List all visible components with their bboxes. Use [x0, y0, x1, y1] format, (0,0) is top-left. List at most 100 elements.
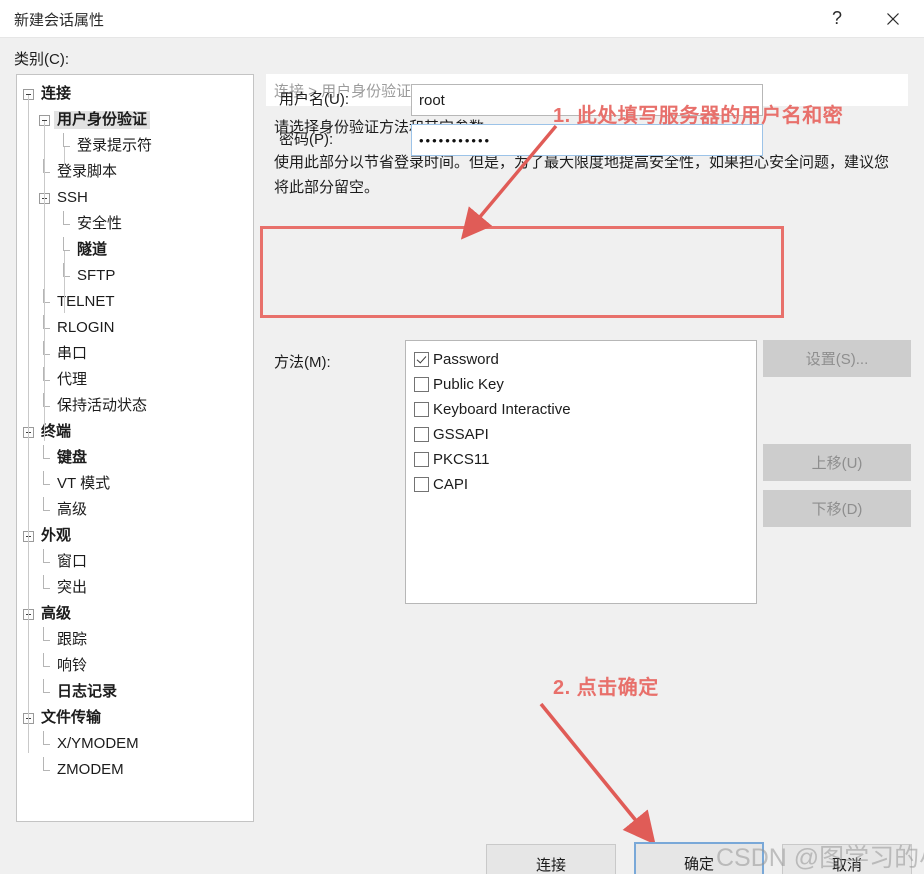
- tree-item[interactable]: 突出: [17, 574, 253, 601]
- tree-item[interactable]: 日志记录: [17, 678, 253, 705]
- tree-connector-icon: [59, 210, 70, 230]
- tree-item-label: VT 模式: [57, 475, 111, 492]
- username-label: 用户名(U):: [279, 91, 349, 108]
- tree-item[interactable]: 文件传输: [17, 705, 253, 731]
- cancel-button[interactable]: 取消: [782, 844, 912, 874]
- move-up-button[interactable]: 上移(U): [763, 444, 911, 481]
- tree-item-label: ZMODEM: [57, 761, 124, 778]
- tree-item[interactable]: 跟踪: [17, 626, 253, 653]
- title-bar: 新建会话属性 ?: [0, 0, 924, 38]
- checkbox-unchecked-icon[interactable]: [414, 452, 429, 467]
- close-icon[interactable]: [870, 0, 916, 37]
- tree-item[interactable]: 串口: [17, 340, 253, 367]
- category-tree-panel[interactable]: 连接用户身份验证登录提示符登录脚本 SSH 安全性隧道 SFTP TELNET RLOGI…: [16, 74, 254, 822]
- tree-rail: [28, 95, 29, 753]
- method-item-label: Password: [433, 351, 499, 368]
- tree-item[interactable]: SSH: [17, 185, 253, 211]
- method-item-label: PKCS11: [433, 451, 490, 468]
- tree-item[interactable]: ZMODEM: [17, 756, 253, 783]
- password-label: 密码(P):: [279, 131, 334, 148]
- help-icon[interactable]: ?: [814, 0, 860, 37]
- tree-item[interactable]: 键盘: [17, 444, 253, 471]
- tree-item-label: 安全性: [77, 215, 123, 232]
- tree-item[interactable]: 高级: [17, 601, 253, 627]
- method-label: 方法(M):: [274, 354, 331, 371]
- method-list-item[interactable]: GSSAPI: [414, 422, 756, 447]
- connect-button[interactable]: 连接: [486, 844, 616, 874]
- settings-button[interactable]: 设置(S)...: [763, 340, 911, 377]
- tree-item[interactable]: X/YMODEM: [17, 730, 253, 757]
- content-pane: 连接 > 用户身份验证 请选择身份验证方法和其它参数。 使用此部分以节省登录时间…: [260, 74, 911, 634]
- ok-button[interactable]: 确定: [634, 842, 764, 874]
- method-list-item[interactable]: Password: [414, 347, 756, 372]
- tree-item[interactable]: 外观: [17, 523, 253, 549]
- tree-item-label: 高级: [57, 501, 88, 518]
- tree-connector-icon: [39, 444, 50, 464]
- tree-rail: [44, 121, 45, 441]
- tree-item[interactable]: SFTP: [17, 262, 253, 289]
- tree-item-label: 代理: [57, 371, 88, 388]
- checkbox-unchecked-icon[interactable]: [414, 427, 429, 442]
- checkbox-checked-icon[interactable]: [414, 352, 429, 367]
- move-down-button[interactable]: 下移(D): [763, 490, 911, 527]
- tree-item-label: 登录提示符: [77, 137, 153, 154]
- tree-item[interactable]: TELNET: [17, 288, 253, 315]
- tree-item-label: 窗口: [57, 553, 88, 570]
- tree-item-label: 隧道: [77, 241, 108, 258]
- tree-item-label: 突出: [57, 579, 88, 596]
- tree-connector-icon: [39, 626, 50, 646]
- tree-item[interactable]: 连接: [17, 81, 253, 107]
- tree-item-label: 外观: [41, 527, 72, 544]
- arrow-to-ok-button: [539, 702, 656, 845]
- credentials-highlight-box: [260, 226, 784, 318]
- tree-item[interactable]: 用户身份验证: [17, 107, 253, 133]
- tree-item[interactable]: 安全性: [17, 210, 253, 237]
- tree-item-label: 键盘: [57, 449, 88, 466]
- tree-item[interactable]: 隧道: [17, 236, 253, 263]
- tree-item-label: RLOGIN: [57, 319, 115, 336]
- new-session-properties-dialog: 新建会话属性 ? 类别(C): 连接 用户身份验证 登录提示符 登录脚本 SSH 安全性隧…: [0, 0, 924, 874]
- tree-connector-icon: [39, 756, 50, 776]
- annotation-step-1: 1. 此处填写服务器的用户名和密: [553, 105, 844, 127]
- tree-rail: [64, 147, 65, 165]
- tree-item[interactable]: 响铃: [17, 652, 253, 679]
- method-list-item[interactable]: PKCS11: [414, 447, 756, 472]
- method-list-item[interactable]: CAPI: [414, 472, 756, 497]
- tree-item-label: 跟踪: [57, 631, 88, 648]
- tree-item-label: 文件传输: [41, 709, 102, 726]
- method-list-item[interactable]: Keyboard Interactive: [414, 397, 756, 422]
- checkbox-unchecked-icon[interactable]: [414, 477, 429, 492]
- tree-item-label: SSH: [57, 189, 88, 206]
- tree-rail: [64, 251, 65, 313]
- tree-item-label: 响铃: [57, 657, 88, 674]
- tree-connector-icon: [39, 652, 50, 672]
- tree-item[interactable]: 登录提示符: [17, 132, 253, 159]
- tree-item[interactable]: VT 模式: [17, 470, 253, 497]
- tree-connector-icon: [39, 730, 50, 750]
- checkbox-unchecked-icon[interactable]: [414, 377, 429, 392]
- method-item-label: GSSAPI: [433, 426, 489, 443]
- method-item-label: Public Key: [433, 376, 504, 393]
- password-input[interactable]: •••••••••••: [411, 124, 763, 156]
- checkbox-unchecked-icon[interactable]: [414, 402, 429, 417]
- tree-item-label: 用户身份验证: [54, 111, 151, 129]
- tree-item[interactable]: 终端: [17, 419, 253, 445]
- tree-connector-icon: [39, 548, 50, 568]
- category-tree[interactable]: 连接用户身份验证登录提示符登录脚本 SSH 安全性隧道 SFTP TELNET RLOGI…: [17, 75, 253, 783]
- tree-item[interactable]: RLOGIN: [17, 314, 253, 341]
- tree-connector-icon: [39, 496, 50, 516]
- tree-item[interactable]: 窗口: [17, 548, 253, 575]
- tree-item[interactable]: 代理: [17, 366, 253, 393]
- tree-item-label: 串口: [57, 345, 88, 362]
- tree-item-label: 登录脚本: [57, 163, 118, 180]
- window-title: 新建会话属性: [14, 12, 105, 29]
- method-list[interactable]: Password Public Key Keyboard Interactive GS…: [405, 340, 757, 604]
- tree-item[interactable]: 登录脚本: [17, 158, 253, 185]
- tree-item[interactable]: 高级: [17, 496, 253, 523]
- tree-item-label: 连接: [41, 85, 72, 102]
- method-item-label: CAPI: [433, 476, 469, 493]
- tree-item-label: 高级: [41, 605, 72, 622]
- method-list-item[interactable]: Public Key: [414, 372, 756, 397]
- tree-item[interactable]: 保持活动状态: [17, 392, 253, 419]
- tree-connector-icon: [39, 470, 50, 490]
